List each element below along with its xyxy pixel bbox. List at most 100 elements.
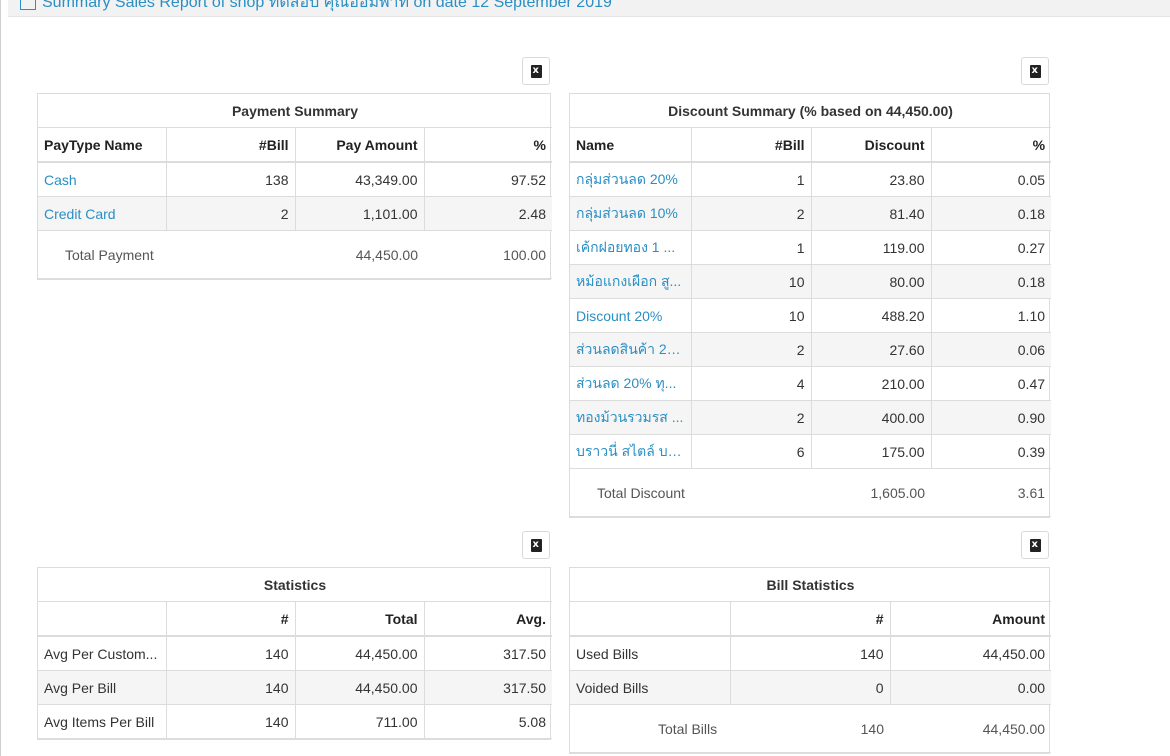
payment-summary-panel: Payment Summary PayType Name #Bill Pay A… [37,93,552,280]
table-row: หม้อแกงเผือก สู... 10 80.00 0.18 [570,264,1052,299]
report-title-text: Summary Sales Report of shop ทดสอบ คุณออ… [42,0,612,11]
discount-name-link[interactable]: เค้กฝอยทอง 1 ... [570,230,692,265]
discount-name-link[interactable]: หม้อแกงเผือก สู... [570,264,692,299]
table-row: Avg Per Custom... 140 44,450.00 317.50 [38,635,552,671]
excel-export-icon [1029,64,1041,78]
col-count: # [729,601,891,637]
col-discount: Discount [810,127,932,163]
col-pay-amount: Pay Amount [294,127,425,163]
total-bills-label: Total Bills [570,704,730,753]
percent: 1.10 [930,298,1052,333]
total-bills-amount: 44,450.00 [890,704,1052,753]
discount-amount: 175.00 [810,434,932,469]
percent: 0.18 [930,196,1052,231]
bill-stat-count: 0 [729,670,891,705]
percent: 0.18 [930,264,1052,299]
bill-count: 10 [690,264,812,299]
discount-name-link[interactable]: ส่วนลด 20% ทุ... [570,366,692,401]
bill-stat-count: 140 [729,635,891,671]
discount-name-link[interactable]: Discount 20% [570,298,692,333]
table-row: บราวนี่ สไตล์ บอ... 6 175.00 0.39 [570,434,1052,469]
total-payment-amount: 44,450.00 [295,230,424,279]
col-total: Total [294,601,425,637]
bill-count: 6 [690,434,812,469]
stat-avg: 317.50 [423,635,552,671]
table-row: Avg Items Per Bill 140 711.00 5.08 [38,704,552,739]
total-payment-label: Total Payment [38,230,295,279]
discount-name-link[interactable]: กลุ่มส่วนลด 20% [570,161,692,197]
table-row: Credit Card 2 1,101.00 2.48 [38,196,552,231]
stat-total: 711.00 [294,704,425,739]
discount-name-link[interactable]: ทองม้วนรวมรส ... [570,400,692,435]
export-statistics-button[interactable] [522,531,550,559]
bill-count: 2 [690,332,812,367]
statistics-caption: Statistics [38,568,552,602]
table-row: ส่วนลด 20% ทุ... 4 210.00 0.47 [570,366,1052,401]
bill-count: 138 [165,161,296,197]
stat-count: 140 [165,670,296,705]
table-row: Discount 20% 10 488.20 1.10 [570,298,1052,333]
table-row: กลุ่มส่วนลด 10% 2 81.40 0.18 [570,196,1052,231]
total-row: Total Bills 140 44,450.00 [570,704,1052,753]
percent: 2.48 [423,196,552,231]
paytype-link[interactable]: Credit Card [38,196,167,231]
discount-summary-caption: Discount Summary (% based on 44,450.00) [570,94,1052,128]
stat-count: 140 [165,635,296,671]
stat-total: 44,450.00 [294,670,425,705]
table-row: เค้กฝอยทอง 1 ... 1 119.00 0.27 [570,230,1052,265]
discount-amount: 23.80 [810,161,932,197]
bill-statistics-caption: Bill Statistics [570,568,1052,602]
discount-amount: 80.00 [810,264,932,299]
discount-summary-panel: Discount Summary (% based on 44,450.00) … [569,93,1052,518]
stat-count: 140 [165,704,296,739]
col-count: # [165,601,296,637]
percent: 97.52 [423,161,552,197]
percent: 0.05 [930,161,1052,197]
bill-count: 1 [690,161,812,197]
discount-name-link[interactable]: บราวนี่ สไตล์ บอ... [570,434,692,469]
discount-amount: 119.00 [810,230,932,265]
stat-name: Avg Items Per Bill [38,704,167,739]
total-payment-percent: 100.00 [424,230,552,279]
table-row: ส่วนลดสินค้า 20... 2 27.60 0.06 [570,332,1052,367]
col-blank [38,601,167,637]
percent: 0.47 [930,366,1052,401]
discount-amount: 81.40 [810,196,932,231]
bill-stat-amount: 0.00 [889,670,1052,705]
discount-name-link[interactable]: ส่วนลดสินค้า 20... [570,332,692,367]
stat-name: Avg Per Bill [38,670,167,705]
export-payment-summary-button[interactable] [522,57,550,85]
bill-stat-name: Voided Bills [570,670,731,705]
percent: 0.90 [930,400,1052,435]
bill-count: 2 [690,196,812,231]
export-bill-statistics-button[interactable] [1021,531,1049,559]
paytype-link[interactable]: Cash [38,161,167,197]
report-title: Summary Sales Report of shop ทดสอบ คุณออ… [20,0,612,15]
total-row: Total Discount 1,605.00 3.61 [570,468,1052,517]
stat-avg: 317.50 [423,670,552,705]
discount-name-link[interactable]: กลุ่มส่วนลด 10% [570,196,692,231]
percent: 0.06 [930,332,1052,367]
col-amount: Amount [889,601,1052,637]
bill-stat-name: Used Bills [570,635,731,671]
total-bills-count: 140 [730,704,890,753]
table-row: Avg Per Bill 140 44,450.00 317.50 [38,670,552,705]
total-discount-amount: 1,605.00 [811,468,931,517]
col-bill: #Bill [165,127,296,163]
percent: 0.27 [930,230,1052,265]
stat-name: Avg Per Custom... [38,635,167,671]
table-row: Voided Bills 0 0.00 [570,670,1052,705]
payment-summary-caption: Payment Summary [38,94,552,128]
table-row: Used Bills 140 44,450.00 [570,635,1052,671]
discount-amount: 488.20 [810,298,932,333]
bill-count: 1 [690,230,812,265]
bill-count: 2 [690,400,812,435]
excel-export-icon [530,64,542,78]
export-discount-summary-button[interactable] [1021,57,1049,85]
bill-statistics-panel: Bill Statistics # Amount Used Bills 140 … [569,567,1052,754]
col-avg: Avg. [423,601,552,637]
bill-statistics-table: Bill Statistics # Amount Used Bills 140 … [570,568,1052,753]
report-icon [20,0,36,10]
stat-avg: 5.08 [423,704,552,739]
discount-amount: 400.00 [810,400,932,435]
